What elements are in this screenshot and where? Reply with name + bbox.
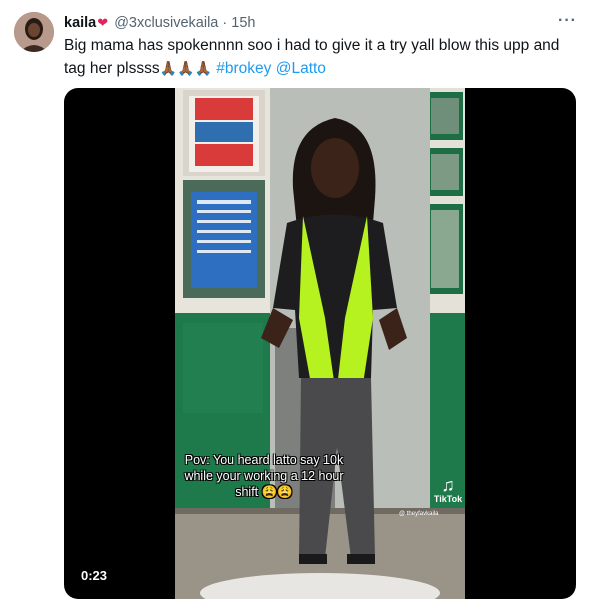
heart-icon: ❤ xyxy=(97,15,109,30)
video-frame[interactable]: Pov: You heard latto say 10k while your … xyxy=(175,88,465,599)
video-duration: 0:23 xyxy=(81,568,108,583)
tweet-header: kaila❤ @3xclusivekaila · 15h xyxy=(64,13,255,33)
author-name[interactable]: kaila xyxy=(64,15,96,31)
tiktok-watermark: ♫ TikTok xyxy=(430,476,465,504)
mention-link[interactable]: @Latto xyxy=(276,60,326,77)
tweet-text: Big mama has spokennnn soo i had to give… xyxy=(64,35,584,80)
video-player[interactable]: Pov: You heard latto say 10k while your … xyxy=(64,88,576,599)
video-caption: Pov: You heard latto say 10k while your … xyxy=(184,453,344,499)
tiktok-username: @ theyfavkaila xyxy=(399,511,439,517)
pray-emojis: 🙏🏾🙏🏾🙏🏾 xyxy=(159,60,212,76)
tiktok-label: TikTok xyxy=(433,494,463,504)
video-scene-illustration xyxy=(175,88,465,599)
tweet-card[interactable]: kaila❤ @3xclusivekaila · 15h ··· Big mam… xyxy=(0,0,595,600)
more-options-icon[interactable]: ··· xyxy=(558,12,577,30)
author-handle[interactable]: @3xclusivekaila xyxy=(114,15,218,31)
avatar[interactable] xyxy=(14,12,54,52)
separator-dot: · xyxy=(222,15,228,31)
tiktok-logo-icon: ♫ xyxy=(441,475,455,495)
hashtag-link[interactable]: #brokey xyxy=(216,60,271,77)
tweet-timestamp[interactable]: 15h xyxy=(231,15,255,31)
